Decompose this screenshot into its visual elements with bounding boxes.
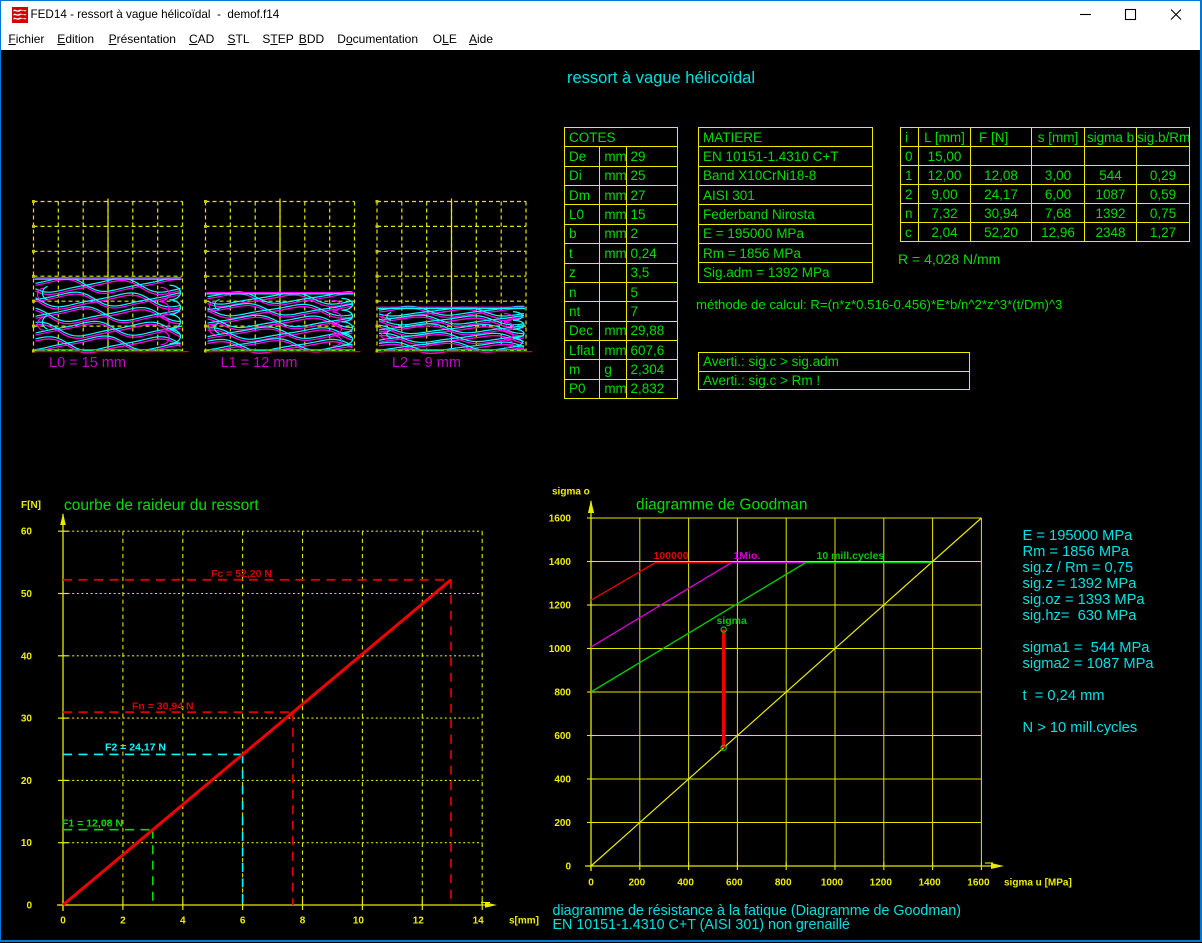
svg-text:1400: 1400 (549, 557, 572, 568)
svg-text:40: 40 (21, 651, 33, 662)
svg-text:4: 4 (180, 916, 186, 927)
svg-text:1Mio.: 1Mio. (734, 550, 761, 562)
svg-text:s[mm]: s[mm] (509, 916, 539, 927)
svg-text:sigma: sigma (717, 615, 748, 627)
svg-text:800: 800 (554, 688, 571, 699)
svg-text:400: 400 (554, 775, 571, 786)
svg-text:0: 0 (60, 916, 66, 927)
svg-text:800: 800 (775, 878, 792, 889)
svg-text:1400: 1400 (918, 878, 941, 889)
svg-text:F[N]: F[N] (21, 500, 41, 511)
svg-text:F2 = 24,17 N: F2 = 24,17 N (105, 742, 166, 754)
svg-text:8: 8 (300, 916, 306, 927)
svg-text:1600: 1600 (967, 878, 990, 889)
svg-text:sigma u [MPa]: sigma u [MPa] (1004, 878, 1072, 889)
svg-text:600: 600 (554, 731, 571, 742)
svg-text:L1 = 12 mm: L1 = 12 mm (221, 355, 298, 371)
svg-text:1600: 1600 (549, 514, 572, 525)
svg-text:14: 14 (473, 916, 485, 927)
svg-text:L2 = 9 mm: L2 = 9 mm (392, 355, 461, 371)
svg-text:2: 2 (120, 916, 126, 927)
svg-text:30: 30 (21, 714, 33, 725)
svg-text:200: 200 (628, 878, 645, 889)
svg-text:0: 0 (588, 878, 594, 889)
svg-text:sigma o: sigma o (552, 487, 590, 498)
svg-text:50: 50 (21, 589, 33, 600)
svg-text:200: 200 (554, 818, 571, 829)
svg-text:1000: 1000 (821, 878, 844, 889)
svg-text:10: 10 (21, 838, 33, 849)
svg-text:100000: 100000 (654, 550, 689, 562)
svg-text:0: 0 (26, 901, 32, 912)
svg-text:Fn = 30,94 N: Fn = 30,94 N (132, 701, 194, 713)
svg-text:L0 = 15 mm: L0 = 15 mm (49, 355, 126, 371)
svg-text:10 mill.cycles: 10 mill.cycles (817, 550, 885, 562)
svg-text:6: 6 (240, 916, 246, 927)
svg-text:Fc = 52,20 N: Fc = 52,20 N (211, 568, 272, 580)
svg-text:F1 = 12,08 N: F1 = 12,08 N (62, 818, 123, 830)
svg-text:10: 10 (353, 916, 365, 927)
svg-text:1200: 1200 (870, 878, 893, 889)
svg-text:1000: 1000 (549, 644, 572, 655)
svg-text:courbe de raideur du ressort: courbe de raideur du ressort (64, 497, 259, 514)
svg-text:20: 20 (21, 776, 33, 787)
svg-text:400: 400 (677, 878, 694, 889)
svg-text:1200: 1200 (549, 601, 572, 612)
svg-text:12: 12 (413, 916, 425, 927)
svg-text:60: 60 (21, 527, 33, 538)
svg-text:600: 600 (726, 878, 743, 889)
svg-text:0: 0 (565, 862, 571, 873)
svg-text:diagramme de Goodman: diagramme de Goodman (636, 497, 807, 514)
